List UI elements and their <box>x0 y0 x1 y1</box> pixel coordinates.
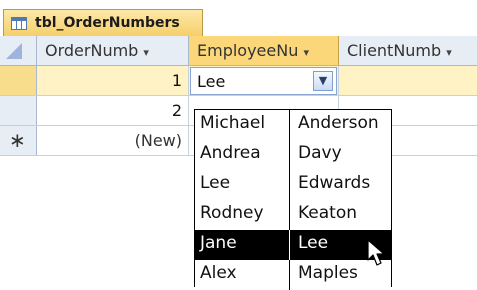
list-item[interactable]: Lee Edwards <box>195 170 391 200</box>
column-header-label: ClientNumb <box>347 41 442 60</box>
tab-title: tbl_OrderNumbers <box>35 15 180 31</box>
first-name: Andrea <box>195 140 290 170</box>
employee-combo-box[interactable]: Lee ▼ <box>190 67 337 95</box>
select-all-corner[interactable] <box>0 36 37 65</box>
first-name: Rodney <box>195 200 290 230</box>
list-item[interactable]: Michael Anderson <box>195 110 391 140</box>
first-name: Michael <box>195 110 290 140</box>
table-icon <box>11 17 27 30</box>
new-record-icon: ∗ <box>9 128 26 152</box>
column-header-employeenumber[interactable]: EmployeeNu ▾ <box>189 36 339 65</box>
list-item[interactable]: Alex Maples <box>195 260 391 290</box>
list-item[interactable]: Rodney Keaton <box>195 200 391 230</box>
table-tab[interactable]: tbl_OrderNumbers <box>3 9 203 36</box>
employee-dropdown-list[interactable]: Michael Anderson Andrea Davy Lee Edwards… <box>194 109 392 290</box>
sort-dropdown-icon[interactable]: ▾ <box>303 46 309 59</box>
sort-dropdown-icon[interactable]: ▾ <box>143 46 149 59</box>
column-header-ordernumber[interactable]: OrderNumb ▾ <box>37 36 189 65</box>
mouse-pointer-icon <box>367 239 385 266</box>
list-item-selected[interactable]: Jane Lee <box>195 230 391 260</box>
last-name: Davy <box>298 143 342 163</box>
first-name: Lee <box>195 170 290 200</box>
record-selector[interactable] <box>0 96 37 125</box>
sort-dropdown-icon[interactable]: ▾ <box>446 46 452 59</box>
order-number-cell[interactable]: 1 <box>37 66 189 95</box>
last-name: Keaton <box>298 203 358 223</box>
column-header-row: OrderNumb ▾ EmployeeNu ▾ ClientNumb ▾ <box>0 36 477 66</box>
first-name: Jane <box>195 230 290 260</box>
list-item[interactable]: Andrea Davy <box>195 140 391 170</box>
order-number-cell[interactable]: 2 <box>37 96 189 125</box>
column-header-label: EmployeeNu <box>197 41 299 60</box>
first-name: Alex <box>195 260 290 290</box>
record-selector[interactable] <box>0 66 37 95</box>
order-number-cell[interactable]: (New) <box>37 126 189 155</box>
client-number-cell[interactable] <box>339 66 477 95</box>
column-header-clientnumber[interactable]: ClientNumb ▾ <box>339 36 477 65</box>
column-header-label: OrderNumb <box>45 41 139 60</box>
last-name: Anderson <box>298 113 379 133</box>
chevron-down-icon[interactable]: ▼ <box>313 71 333 91</box>
record-selector[interactable]: ∗ <box>0 126 37 155</box>
select-all-triangle-icon <box>6 43 22 59</box>
last-name: Edwards <box>298 173 371 193</box>
combo-value[interactable]: Lee <box>197 72 225 91</box>
